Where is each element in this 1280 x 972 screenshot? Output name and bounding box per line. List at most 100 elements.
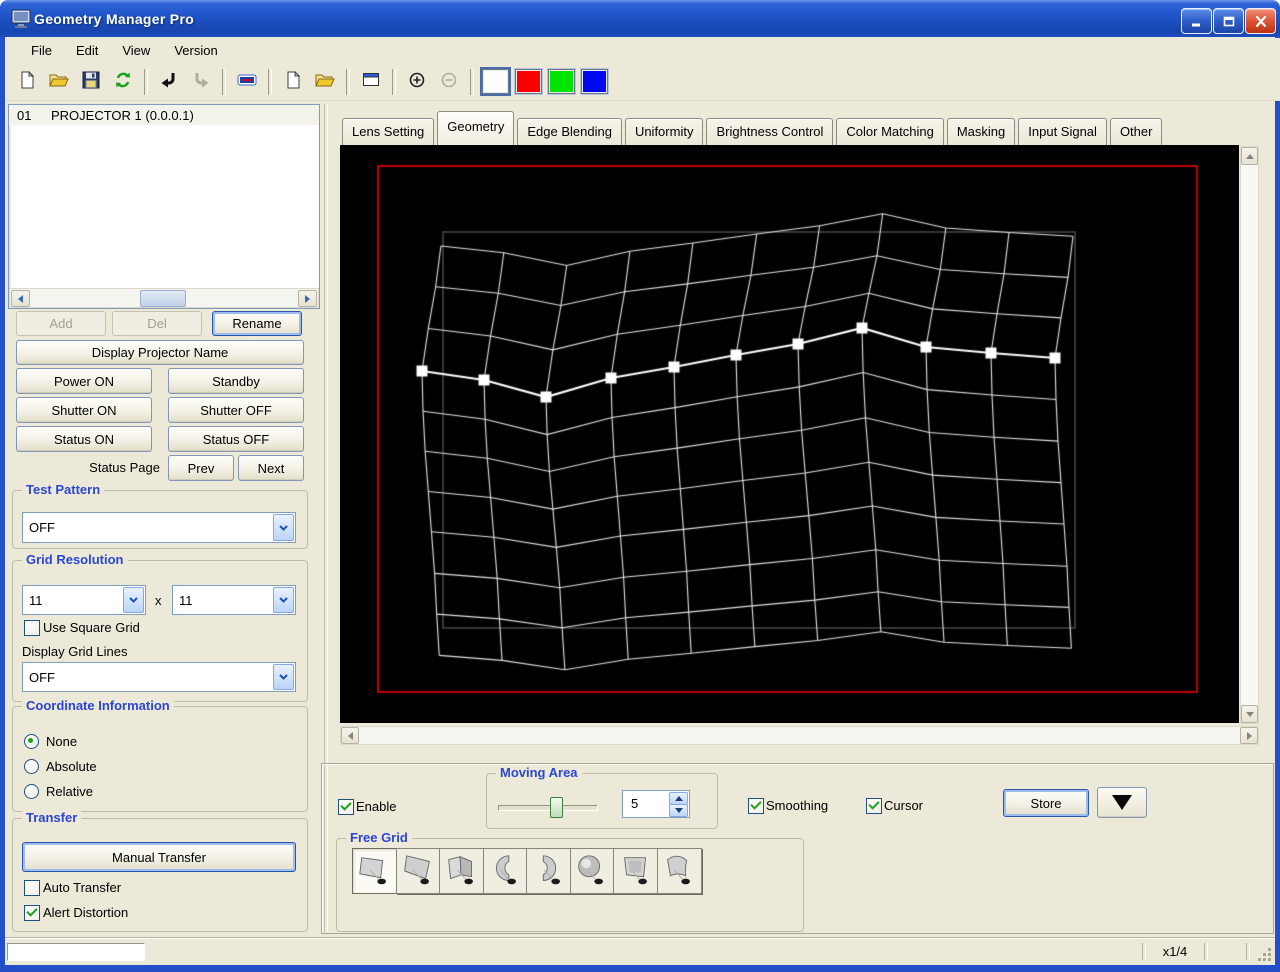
tab-lens-setting[interactable]: Lens Setting	[342, 118, 435, 145]
grid-v-select[interactable]: 11	[172, 585, 296, 615]
screen-wave-button[interactable]	[656, 848, 702, 894]
prev-button[interactable]: Prev	[168, 455, 234, 481]
use-square-grid-checkbox[interactable]	[24, 620, 40, 636]
power-on-button[interactable]: Power ON	[16, 368, 152, 394]
display-grid-lines-select[interactable]: OFF	[22, 662, 296, 692]
window-title: Geometry Manager Pro	[34, 10, 195, 27]
scroll-left-button[interactable]	[11, 290, 30, 307]
tab-edge-blending[interactable]: Edge Blending	[517, 118, 622, 145]
radio-option-absolute[interactable]: Absolute	[24, 759, 97, 774]
tab-color-matching[interactable]: Color Matching	[836, 118, 944, 145]
close-button[interactable]	[1245, 8, 1276, 34]
canvas-vscrollbar[interactable]	[1240, 146, 1259, 724]
left-arrow-icon	[18, 294, 23, 303]
menu-file[interactable]: File	[19, 40, 64, 61]
shutter-off-button[interactable]: Shutter OFF	[168, 397, 304, 423]
manual-transfer-button[interactable]: Manual Transfer	[22, 842, 296, 872]
radio-option-relative[interactable]: Relative	[24, 784, 97, 799]
moving-area-slider-track[interactable]	[498, 805, 598, 811]
tab-geometry[interactable]: Geometry	[437, 111, 515, 145]
tab-other[interactable]: Other	[1109, 118, 1163, 145]
auto-transfer-checkbox[interactable]	[24, 880, 40, 896]
screen-curve-right-button[interactable]	[526, 848, 571, 894]
moving-area-spinner[interactable]: 5	[622, 790, 690, 818]
screen-curve-left-button[interactable]	[482, 848, 528, 894]
radio-option-none[interactable]: None	[24, 734, 97, 749]
free-grid-title: Free Grid	[346, 831, 412, 845]
scroll-up-button[interactable]	[1241, 147, 1258, 165]
geometry-canvas[interactable]	[340, 145, 1239, 723]
rename-button[interactable]: Rename	[212, 311, 302, 336]
open-folder-2-button[interactable]	[309, 67, 341, 97]
chevron-down-icon[interactable]	[123, 587, 144, 613]
alert-distortion-checkbox[interactable]	[24, 905, 40, 921]
store-dropdown-button[interactable]	[1097, 787, 1147, 818]
screen-fold-button[interactable]	[439, 848, 484, 894]
projector-list[interactable]: 01 PROJECTOR 1 (0.0.0.1)	[8, 104, 320, 309]
scroll-down-button[interactable]	[1241, 705, 1258, 723]
status-progress-box	[7, 943, 145, 961]
scroll-right-button[interactable]	[1240, 727, 1258, 744]
screen-tilt-button[interactable]	[395, 848, 441, 894]
canvas-hscrollbar[interactable]	[340, 726, 1259, 745]
status-on-button[interactable]: Status ON	[16, 426, 152, 452]
resize-grip[interactable]	[1258, 948, 1272, 965]
alert-distortion-label: Alert Distortion	[43, 905, 129, 920]
cursor-checkbox[interactable]	[866, 798, 882, 814]
menu-view[interactable]: View	[110, 40, 162, 61]
refresh-button[interactable]	[107, 67, 139, 97]
open-folder-button[interactable]	[43, 67, 75, 97]
tab-input-signal[interactable]: Input Signal	[1018, 118, 1107, 145]
test-pattern-select[interactable]: OFF	[22, 512, 296, 543]
new-file-2-button[interactable]	[277, 67, 309, 97]
undo-button[interactable]	[153, 67, 185, 97]
enable-label: Enable	[356, 799, 397, 814]
moving-area-slider-thumb[interactable]	[550, 797, 564, 818]
hscroll-thumb[interactable]	[140, 290, 186, 307]
add-button[interactable]: Add	[16, 311, 106, 336]
title-bar[interactable]: Geometry Manager Pro	[0, 0, 1280, 37]
scroll-left-button[interactable]	[341, 727, 359, 744]
minimize-button[interactable]	[1181, 8, 1212, 34]
next-button[interactable]: Next	[238, 455, 304, 481]
chevron-down-icon[interactable]	[273, 587, 294, 613]
scroll-right-button[interactable]	[298, 290, 317, 307]
new-file-button[interactable]	[11, 67, 43, 97]
del-button[interactable]: Del	[112, 311, 202, 336]
screen-persp-button[interactable]	[613, 848, 658, 894]
screen-curve-left-icon	[495, 855, 516, 885]
tab-uniformity[interactable]: Uniformity	[624, 118, 704, 145]
enable-checkbox[interactable]	[338, 799, 354, 815]
swatch-white[interactable]	[482, 69, 509, 94]
shutter-on-button[interactable]: Shutter ON	[16, 397, 152, 423]
smoothing-checkbox[interactable]	[748, 798, 764, 814]
tab-masking[interactable]: Masking	[946, 118, 1016, 145]
zoom-in-button[interactable]	[401, 67, 433, 97]
store-button[interactable]: Store	[1003, 789, 1089, 817]
swatch-red[interactable]	[515, 69, 542, 94]
projector-id-button[interactable]	[231, 67, 263, 97]
screen-flat-button[interactable]	[352, 848, 397, 894]
status-off-button[interactable]: Status OFF	[168, 426, 304, 452]
standby-button[interactable]: Standby	[168, 368, 304, 394]
zoom-out-button[interactable]	[433, 67, 465, 97]
window-button[interactable]	[355, 67, 387, 97]
projector-list-item[interactable]: 01 PROJECTOR 1 (0.0.0.1)	[9, 105, 319, 125]
menu-edit[interactable]: Edit	[64, 40, 110, 61]
chevron-down-icon[interactable]	[273, 664, 294, 690]
chevron-down-icon[interactable]	[273, 514, 294, 541]
tab-brightness-control[interactable]: Brightness Control	[706, 118, 834, 145]
projector-list-hscrollbar[interactable]	[9, 288, 319, 308]
swatch-green[interactable]	[548, 69, 575, 94]
moving-area-value: 5	[631, 796, 639, 811]
menu-version[interactable]: Version	[162, 40, 229, 61]
grid-h-select[interactable]: 11	[22, 585, 146, 615]
swatch-blue[interactable]	[581, 69, 608, 94]
radio-icon	[24, 759, 39, 774]
maximize-button[interactable]	[1213, 8, 1244, 34]
screen-sphere-button[interactable]	[569, 848, 615, 894]
redo-button[interactable]	[185, 67, 217, 97]
save-button[interactable]	[75, 67, 107, 97]
spinner-down-button[interactable]	[669, 804, 688, 817]
display-projector-name-button[interactable]: Display Projector Name	[16, 340, 304, 365]
